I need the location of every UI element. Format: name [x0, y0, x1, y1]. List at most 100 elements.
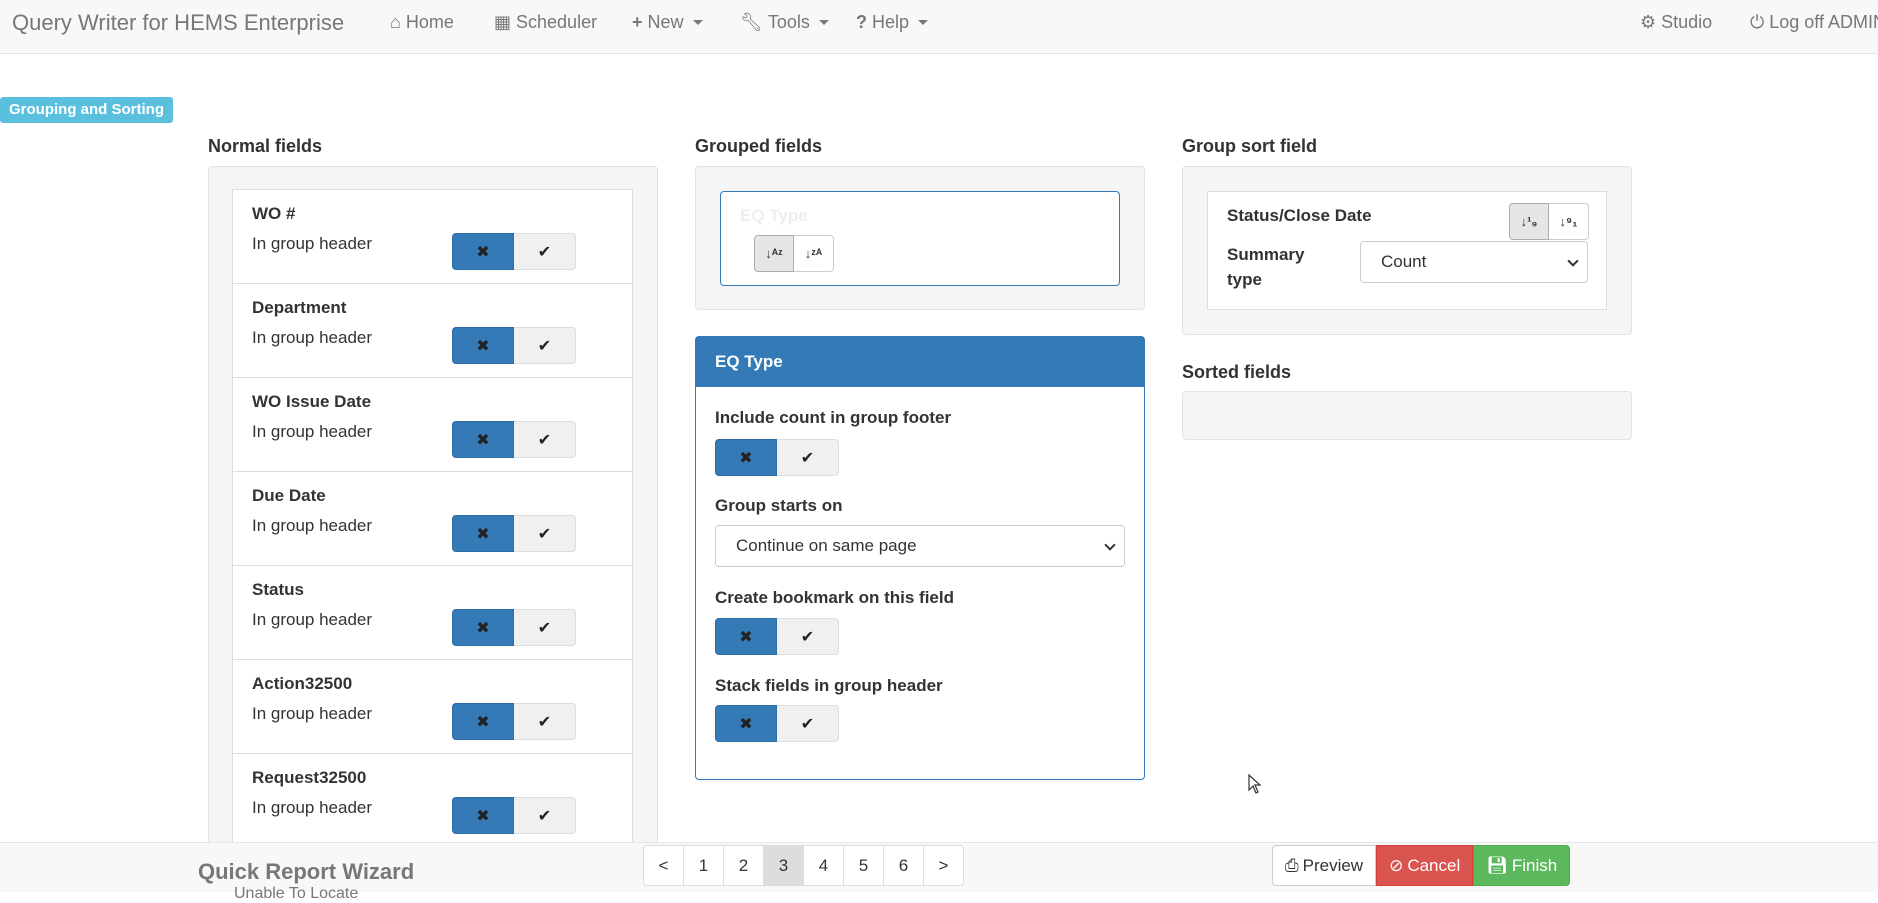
field-name: Request32500 — [252, 768, 367, 787]
sort-numeric-ascending-icon[interactable]: ↓¹₉ — [1509, 203, 1549, 240]
nav-logoff-label: Log off ADMIN — [1769, 12, 1878, 32]
group-sort-item[interactable]: Status/Close Date ↓¹₉ ↓⁹₁ Summary type C… — [1207, 191, 1607, 310]
sort-descending-icon[interactable]: ↓ᶻᴬ — [794, 235, 834, 272]
page-3[interactable]: 3 — [763, 845, 804, 886]
toggle-on-button[interactable]: ✔ — [514, 515, 576, 552]
eq-type-panel: EQ Type Include count in group footer ✖ … — [695, 336, 1145, 780]
cancel-button[interactable]: ⊘ Cancel — [1376, 845, 1474, 886]
group-header-toggle: ✖ ✔ — [452, 233, 576, 270]
group-starts-label: Group starts on — [715, 496, 843, 515]
nav-studio-label: Studio — [1661, 12, 1713, 32]
nav-help-label: Help — [872, 12, 910, 32]
list-item[interactable]: WO # In group header ✖ ✔ — [232, 189, 633, 284]
toggle-off-button[interactable]: ✖ — [452, 703, 514, 740]
field-sub: In group header — [252, 422, 373, 441]
page-4[interactable]: 4 — [803, 845, 844, 886]
create-bookmark-label: Create bookmark on this field — [715, 588, 954, 607]
field-name: Action32500 — [252, 674, 353, 693]
toggle-off-button[interactable]: ✖ — [452, 327, 514, 364]
nav-scheduler-label: Scheduler — [516, 12, 598, 32]
grouped-sort-buttons: ↓ᴬᶻ ↓ᶻᴬ — [754, 235, 834, 272]
nav-home[interactable]: ⌂ Home — [390, 12, 454, 33]
field-name: WO Issue Date — [252, 392, 372, 411]
page-next[interactable]: > — [923, 845, 964, 886]
toggle-on-button[interactable]: ✔ — [514, 421, 576, 458]
grouped-field-name: EQ Type — [740, 206, 808, 225]
group-sort-title: Group sort field — [1182, 136, 1317, 156]
footer: Quick Report Wizard Unable To Locate < 1… — [0, 842, 1878, 902]
plus-icon: + — [632, 12, 643, 32]
field-sub: In group header — [252, 798, 373, 817]
field-sub: In group header — [252, 610, 373, 629]
summary-type-label: Summary type — [1227, 242, 1304, 292]
sort-ascending-icon[interactable]: ↓ᴬᶻ — [754, 235, 794, 272]
summary-type-select[interactable]: Count — [1360, 241, 1588, 283]
grouped-field-item[interactable]: EQ Type ↓ᴬᶻ ↓ᶻᴬ — [720, 191, 1120, 286]
pagination: < 1 2 3 4 5 6 > — [643, 845, 964, 886]
page-5[interactable]: 5 — [843, 845, 884, 886]
page-2[interactable]: 2 — [723, 845, 764, 886]
list-item[interactable]: Request32500 In group header ✖ ✔ — [232, 753, 633, 848]
field-name: Due Date — [252, 486, 326, 505]
toggle-on-button[interactable]: ✔ — [514, 233, 576, 270]
chevron-down-icon — [1567, 255, 1579, 267]
toggle-on-button[interactable]: ✔ — [514, 797, 576, 834]
toggle-on-button[interactable]: ✔ — [514, 703, 576, 740]
summary-type-value: Count — [1381, 252, 1427, 271]
home-icon: ⌂ — [390, 12, 401, 32]
chevron-down-icon — [1104, 539, 1116, 551]
navbar: Query Writer for HEMS Enterprise ⌂ Home ▦… — [0, 0, 1878, 54]
preview-button[interactable]: ⎙ Preview — [1272, 845, 1377, 886]
sorted-fields-well[interactable] — [1182, 391, 1632, 440]
toggle-off-button[interactable]: ✖ — [452, 609, 514, 646]
nav-tools[interactable]: 🔧︎ Tools — [740, 12, 829, 33]
nav-new[interactable]: + New — [632, 12, 703, 33]
list-item[interactable]: Department In group header ✖ ✔ — [232, 283, 633, 378]
list-item[interactable]: WO Issue Date In group header ✖ ✔ — [232, 377, 633, 472]
include-count-toggle: ✖ ✔ — [715, 439, 839, 476]
toggle-on-button[interactable]: ✔ — [777, 439, 839, 476]
list-item[interactable]: Due Date In group header ✖ ✔ — [232, 471, 633, 566]
summary-label-line-1: Summary — [1227, 245, 1305, 264]
field-sub: In group header — [252, 234, 373, 253]
stack-fields-label: Stack fields in group header — [715, 676, 943, 695]
list-item[interactable]: Action32500 In group header ✖ ✔ — [232, 659, 633, 754]
toggle-on-button[interactable]: ✔ — [777, 705, 839, 742]
toggle-off-button[interactable]: ✖ — [715, 705, 777, 742]
group-starts-select[interactable]: Continue on same page — [715, 525, 1125, 567]
group-header-toggle: ✖ ✔ — [452, 421, 576, 458]
list-item[interactable]: Status In group header ✖ ✔ — [232, 565, 633, 660]
toggle-off-button[interactable]: ✖ — [452, 233, 514, 270]
create-bookmark-toggle: ✖ ✔ — [715, 618, 839, 655]
nav-studio[interactable]: ⚙ Studio — [1640, 12, 1712, 33]
finish-label: Finish — [1511, 855, 1558, 875]
nav-help[interactable]: ? Help — [856, 12, 929, 33]
page-6[interactable]: 6 — [883, 845, 924, 886]
toggle-off-button[interactable]: ✖ — [715, 439, 777, 476]
toggle-off-button[interactable]: ✖ — [452, 421, 514, 458]
cursor-icon — [1248, 774, 1262, 794]
sort-numeric-descending-icon[interactable]: ↓⁹₁ — [1549, 203, 1589, 240]
group-sort-well: Status/Close Date ↓¹₉ ↓⁹₁ Summary type C… — [1182, 166, 1632, 335]
toggle-off-button[interactable]: ✖ — [452, 797, 514, 834]
finish-button[interactable]: 💾︎ Finish — [1473, 845, 1571, 886]
page-1[interactable]: 1 — [683, 845, 724, 886]
toggle-on-button[interactable]: ✔ — [514, 327, 576, 364]
nav-scheduler[interactable]: ▦ Scheduler — [494, 12, 597, 33]
toggle-on-button[interactable]: ✔ — [514, 609, 576, 646]
toggle-off-button[interactable]: ✖ — [452, 515, 514, 552]
grouped-fields-title: Grouped fields — [695, 136, 823, 156]
page-prev[interactable]: < — [643, 845, 684, 886]
group-sort-buttons: ↓¹₉ ↓⁹₁ — [1509, 203, 1589, 240]
toggle-off-button[interactable]: ✖ — [715, 618, 777, 655]
nav-new-label: New — [647, 12, 684, 32]
wizard-subtitle: Unable To Locate — [234, 885, 359, 902]
field-sub: In group header — [252, 516, 373, 535]
field-sub: In group header — [252, 328, 373, 347]
include-count-label: Include count in group footer — [715, 408, 952, 427]
toggle-on-button[interactable]: ✔ — [777, 618, 839, 655]
nav-logoff[interactable]: ⏻ Log off ADMIN — [1750, 12, 1878, 33]
calendar-icon: ▦ — [494, 12, 512, 32]
brand-title[interactable]: Query Writer for HEMS Enterprise — [12, 10, 344, 36]
field-name: Status — [252, 580, 304, 599]
